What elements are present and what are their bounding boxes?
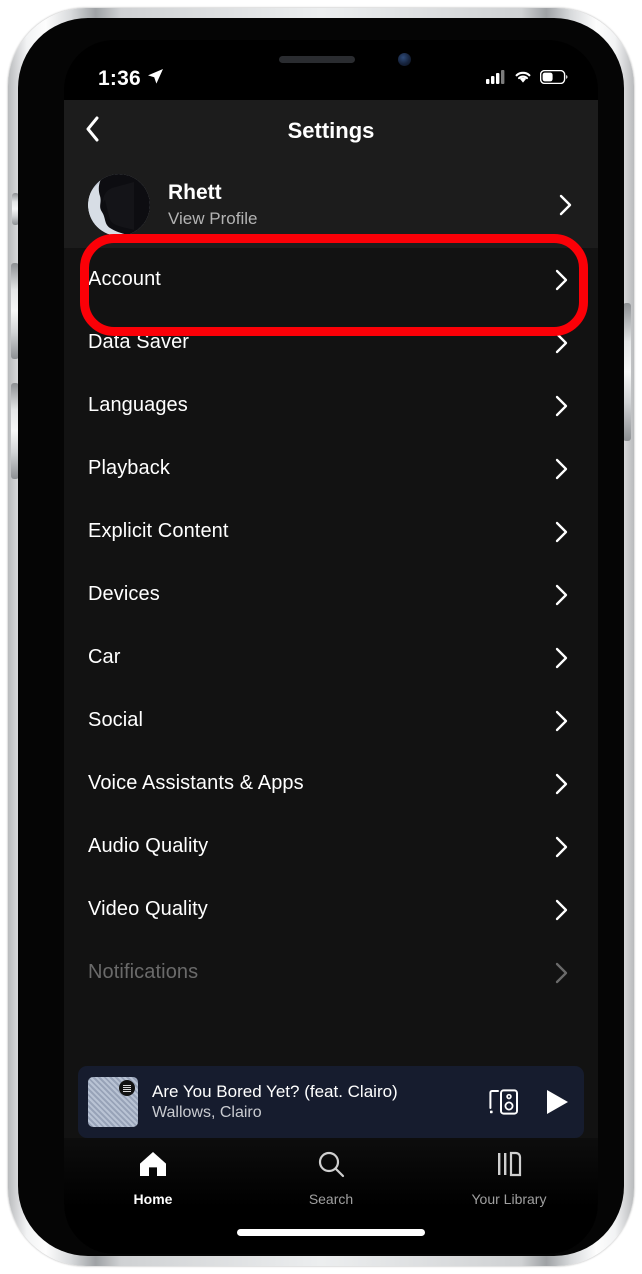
cellular-bars-icon (486, 69, 506, 89)
settings-row-data-saver[interactable]: Data Saver (64, 311, 598, 374)
power-button[interactable] (623, 303, 631, 441)
tab-home[interactable]: Home (64, 1150, 242, 1207)
status-time: 1:36 (98, 67, 141, 90)
settings-row-video-quality[interactable]: Video Quality (64, 878, 598, 941)
chevron-right-icon (555, 584, 568, 606)
status-bar-right (486, 69, 568, 89)
settings-row-voice-assistants-apps[interactable]: Voice Assistants & Apps (64, 752, 598, 815)
connect-to-device-icon[interactable] (488, 1088, 520, 1116)
settings-row-label: Car (88, 646, 121, 668)
album-badge-icon (119, 1080, 135, 1096)
play-button[interactable] (544, 1088, 570, 1116)
settings-row-label: Notifications (88, 961, 199, 983)
profile-text: Rhett View Profile (168, 180, 559, 231)
phone-bezel: 1:36 Settings Rhett View Profile Account… (18, 18, 624, 1256)
settings-row-label: Audio Quality (88, 835, 209, 857)
settings-row-label: Social (88, 709, 144, 731)
settings-row-notifications[interactable]: Notifications (64, 941, 598, 1004)
chevron-right-icon (555, 395, 568, 417)
earpiece-speaker-icon (279, 56, 355, 63)
chevron-right-icon (555, 269, 568, 291)
chevron-right-icon (555, 899, 568, 921)
settings-row-social[interactable]: Social (64, 689, 598, 752)
tab-your-library[interactable]: Your Library (420, 1150, 598, 1207)
wifi-icon (513, 69, 533, 89)
album-artwork (88, 1077, 138, 1127)
settings-row-label: Video Quality (88, 898, 208, 920)
chevron-right-icon (555, 332, 568, 354)
phone-frame: 1:36 Settings Rhett View Profile Account… (8, 8, 634, 1266)
settings-row-explicit-content[interactable]: Explicit Content (64, 500, 598, 563)
page-title: Settings (287, 118, 375, 143)
back-button[interactable] (64, 100, 120, 162)
now-playing-controls (476, 1088, 570, 1116)
profile-name: Rhett (168, 180, 222, 204)
settings-row-label: Data Saver (88, 331, 190, 353)
home-icon (138, 1150, 168, 1183)
settings-row-account[interactable]: Account (64, 248, 598, 311)
profile-row[interactable]: Rhett View Profile (64, 162, 598, 248)
tab-label: Home (133, 1191, 173, 1207)
tab-label: Your Library (471, 1191, 547, 1207)
now-playing-text: Are You Bored Yet? (feat. Clairo) Wallow… (152, 1081, 476, 1123)
profile-subtitle: View Profile (168, 208, 258, 228)
settings-row-label: Account (88, 268, 161, 290)
now-playing-artist: Wallows, Clairo (152, 1104, 262, 1121)
chevron-right-icon (555, 710, 568, 732)
chevron-right-icon (559, 194, 572, 216)
settings-row-audio-quality[interactable]: Audio Quality (64, 815, 598, 878)
tab-search[interactable]: Search (242, 1150, 420, 1207)
navigation-bar: Settings (64, 100, 598, 162)
settings-row-label: Explicit Content (88, 520, 229, 542)
settings-row-label: Voice Assistants & Apps (88, 772, 304, 794)
now-playing-bar[interactable]: Are You Bored Yet? (feat. Clairo) Wallow… (78, 1066, 584, 1138)
now-playing-title: Are You Bored Yet? (feat. Clairo) (152, 1082, 398, 1101)
tab-bar: Home Search Your Library (64, 1138, 598, 1254)
status-bar-left: 1:36 (98, 67, 164, 91)
settings-row-devices[interactable]: Devices (64, 563, 598, 626)
chevron-right-icon (555, 962, 568, 984)
back-chevron-icon (85, 116, 100, 147)
avatar (88, 174, 150, 236)
front-camera-icon (398, 53, 411, 66)
settings-row-car[interactable]: Car (64, 626, 598, 689)
chevron-right-icon (555, 773, 568, 795)
your-library-icon (494, 1150, 524, 1183)
chevron-right-icon (555, 521, 568, 543)
tab-label: Search (308, 1191, 354, 1207)
location-arrow-icon (147, 68, 164, 90)
settings-row-label: Playback (88, 457, 170, 479)
battery-icon (539, 69, 568, 89)
chevron-right-icon (555, 458, 568, 480)
settings-list: Account Data Saver Languages Playback Ex… (64, 248, 598, 1004)
notch (229, 40, 433, 74)
chevron-right-icon (555, 836, 568, 858)
settings-row-label: Devices (88, 583, 160, 605)
settings-row-playback[interactable]: Playback (64, 437, 598, 500)
settings-row-label: Languages (88, 394, 188, 416)
chevron-right-icon (555, 647, 568, 669)
settings-row-languages[interactable]: Languages (64, 374, 598, 437)
home-indicator[interactable] (237, 1229, 425, 1236)
phone-screen: 1:36 Settings Rhett View Profile Account… (64, 40, 598, 1254)
search-icon (316, 1150, 346, 1183)
